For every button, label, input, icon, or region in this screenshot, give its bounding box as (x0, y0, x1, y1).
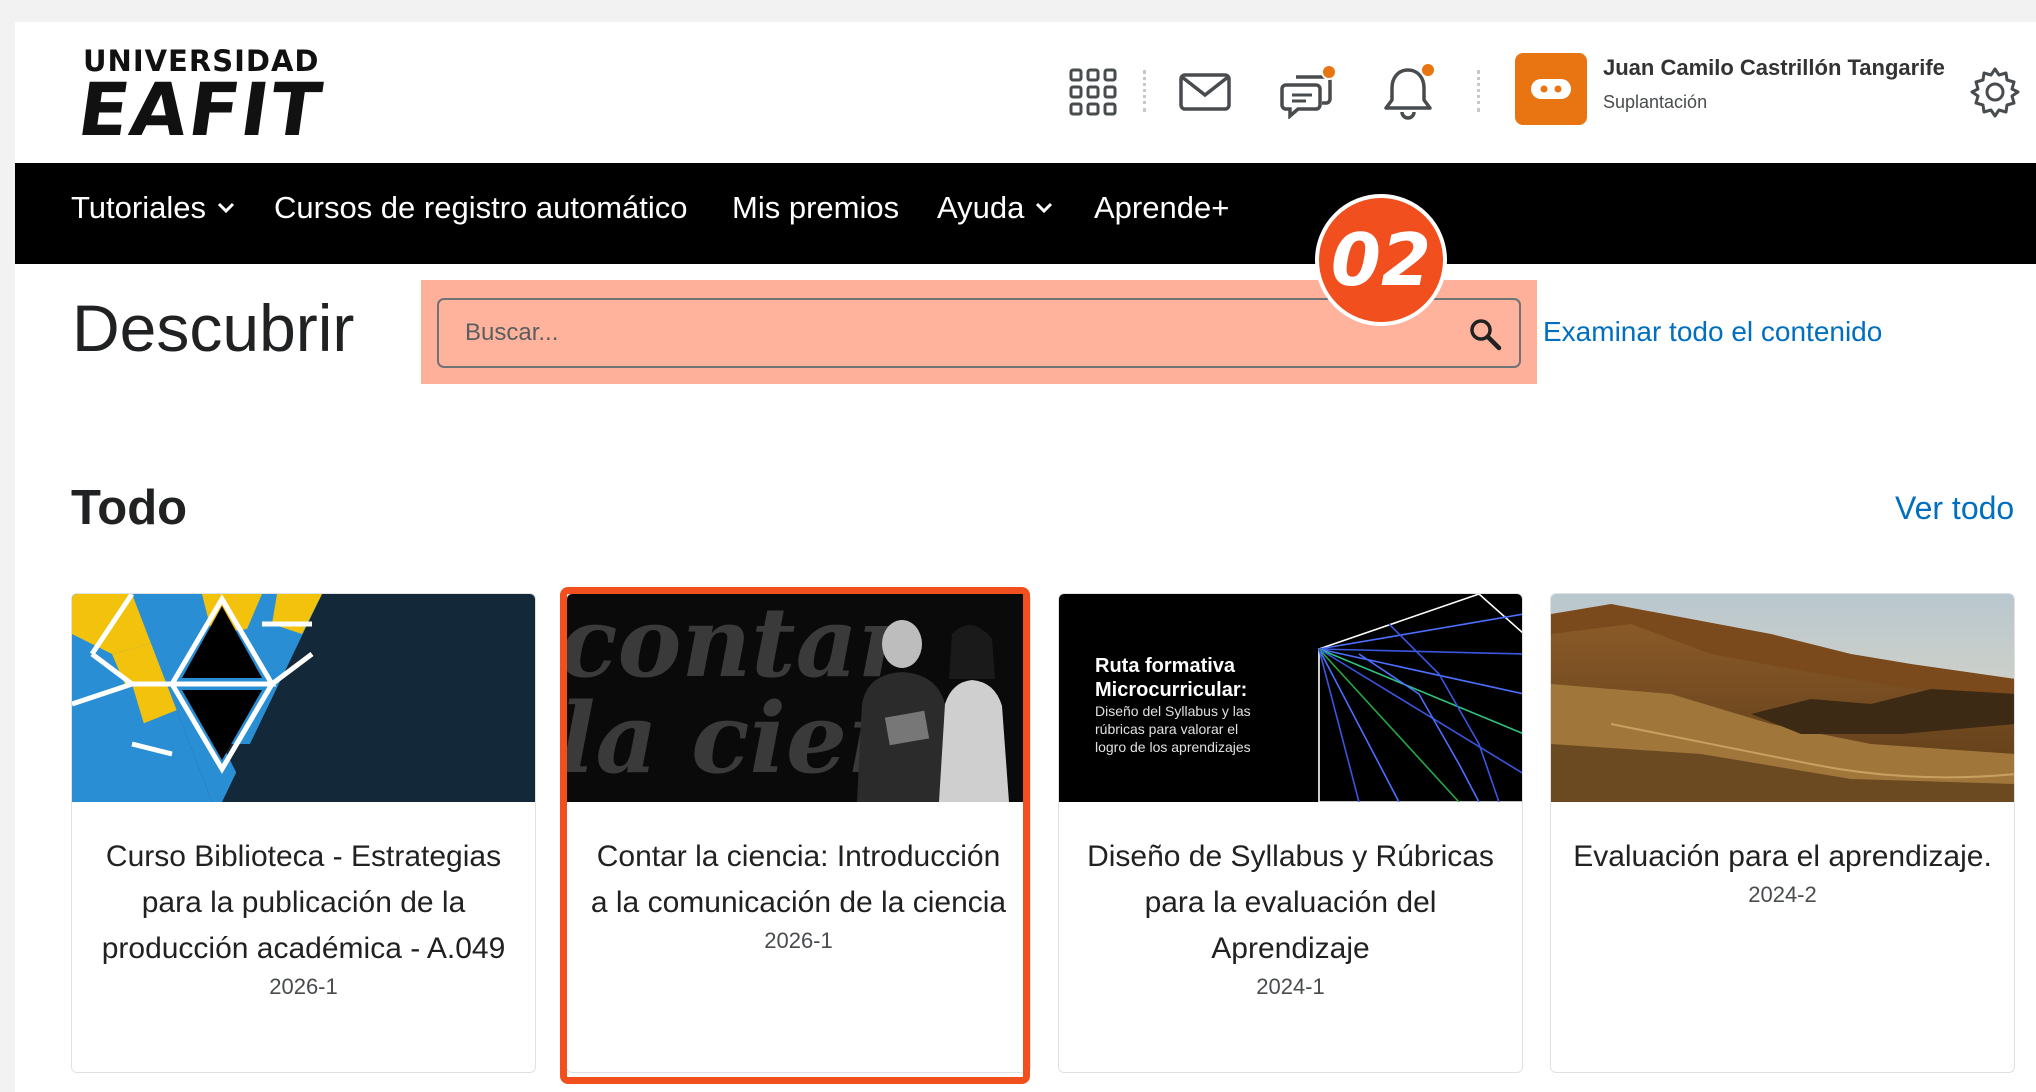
main-navbar: Tutoriales Cursos de registro automático… (15, 163, 2036, 264)
chevron-down-icon (1036, 202, 1053, 214)
bell-icon[interactable] (1378, 62, 1438, 122)
top-header: UNIVERSIDAD EAFIT Juan Camilo Castrillón… (15, 22, 2036, 163)
search-button[interactable] (1465, 314, 1505, 354)
course-card[interactable]: Evaluación para el aprendizaje. 2024-2 (1550, 593, 2015, 1073)
page-title: Descubrir (72, 291, 355, 365)
course-card-title: Evaluación para el aprendizaje. 2024-2 (1569, 834, 1996, 910)
course-card-title: Contar la ciencia: Introducción a la com… (585, 834, 1012, 956)
course-card-semester: 2024-2 (1748, 882, 1817, 907)
course-card-semester: 2026-1 (269, 974, 338, 999)
user-name[interactable]: Juan Camilo Castrillón Tangarife (1603, 55, 1945, 81)
chat-notification-dot (1321, 64, 1337, 80)
view-all-link[interactable]: Ver todo (1895, 490, 2014, 527)
mail-icon[interactable] (1175, 62, 1235, 122)
user-avatar[interactable] (1515, 53, 1587, 125)
search-icon (1470, 319, 1502, 351)
logo-line2: EAFIT (73, 68, 329, 153)
course-card-image (72, 594, 535, 802)
bell-notification-dot (1420, 62, 1436, 78)
apps-grid-icon[interactable] (1063, 62, 1123, 122)
course-card-semester: 2026-1 (764, 928, 833, 953)
chevron-down-icon (217, 202, 235, 214)
nav-item-tutoriales[interactable]: Tutoriales (71, 190, 236, 226)
image-caption: Diseño del Syllabus y las rúbricas para … (1095, 703, 1255, 755)
course-card[interactable]: contar la cien Contar la ciencia: Introd… (566, 593, 1031, 1073)
header-divider (1477, 70, 1481, 112)
settings-icon[interactable] (1965, 62, 2025, 122)
course-card-title: Diseño de Syllabus y Rúbricas para la ev… (1077, 834, 1504, 1002)
chat-icon[interactable] (1277, 62, 1337, 122)
nav-item-label: Aprende+ (1094, 190, 1230, 225)
step-badge: 02 (1315, 194, 1447, 326)
course-card-image: contar la cien (567, 594, 1030, 802)
course-card-image: Ruta formativa Microcurricular: Diseño d… (1059, 594, 1522, 802)
nav-item-label: Mis premios (732, 190, 900, 225)
nav-item-label: Tutoriales (71, 190, 206, 225)
course-card-image (1551, 594, 2014, 802)
nav-item-label: Ayuda (937, 190, 1025, 225)
course-card-semester: 2024-1 (1256, 974, 1325, 999)
nav-item-label: Cursos de registro automático (274, 190, 688, 225)
browse-all-link[interactable]: Examinar todo el contenido (1543, 316, 1882, 348)
nav-item-ayuda[interactable]: Ayuda (937, 190, 1054, 226)
nav-item-cursos-registro[interactable]: Cursos de registro automático (274, 190, 688, 226)
nav-item-aprende[interactable]: Aprende+ (1094, 190, 1229, 226)
impersonation-mask-icon (1531, 79, 1571, 99)
app-frame: UNIVERSIDAD EAFIT Juan Camilo Castrillón… (15, 22, 2036, 1092)
course-card[interactable]: Ruta formativa Microcurricular: Diseño d… (1058, 593, 1523, 1073)
user-subtitle: Suplantación (1603, 92, 1708, 112)
section-title: Todo (71, 481, 188, 535)
eafit-logo[interactable]: UNIVERSIDAD EAFIT (73, 44, 343, 159)
course-card-title: Curso Biblioteca - Estrategias para la p… (90, 834, 517, 1002)
nav-item-mis-premios[interactable]: Mis premios (732, 190, 899, 226)
course-card[interactable]: Curso Biblioteca - Estrategias para la p… (71, 593, 536, 1073)
header-divider (1143, 70, 1147, 112)
